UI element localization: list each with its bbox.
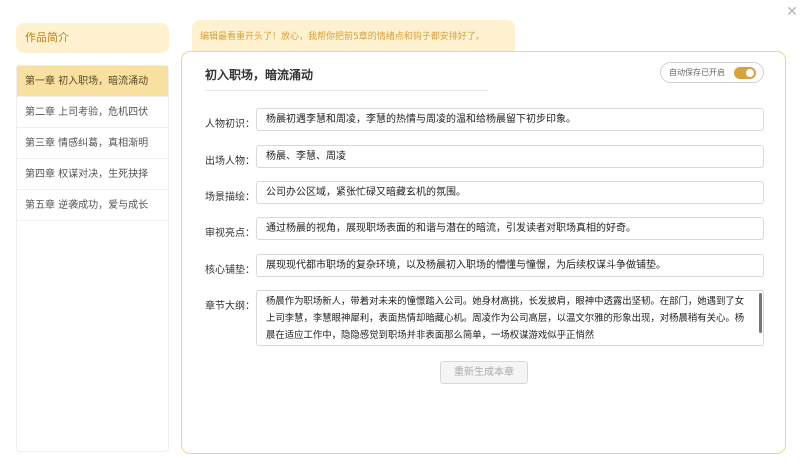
field-label-scene: 场景描绘： (205, 192, 255, 203)
field-label-characters: 出场人物： (205, 156, 255, 167)
close-icon[interactable]: ✕ (784, 4, 800, 20)
toggle-switch-icon[interactable] (734, 67, 756, 79)
chapter-title: 初入职场，暗流涌动 (205, 68, 314, 82)
toggle-knob (746, 69, 754, 77)
field-label-character-intro: 人物初识： (205, 119, 255, 130)
field-character-intro[interactable]: 杨晨初遇李慧和周凌，李慧的热情与周凌的温和给杨晨留下初步印象。 (256, 108, 764, 131)
chapter-item-2[interactable]: 第二章 上司考验，危机四伏 (17, 97, 168, 128)
field-scene[interactable]: 公司办公区域，紧张忙碌又暗藏玄机的氛围。 (256, 181, 764, 204)
field-label-foreshadowing: 核心铺垫： (205, 265, 255, 276)
outline-text: 杨晨作为职场新人，带着对未来的憧憬踏入公司。她身材高挑，长发披肩，眼神中透露出坚… (266, 296, 745, 341)
chapter-list: 第一章 初入职场，暗流涌动 第二章 上司考验，危机四伏 第三章 情感纠葛，真相渐… (16, 65, 169, 452)
autosave-label: 自动保存已开启 (669, 68, 725, 77)
outline-scrollbar[interactable] (759, 293, 762, 333)
chapter-item-1[interactable]: 第一章 初入职场，暗流涌动 (17, 66, 168, 97)
field-highlights[interactable]: 通过杨晨的视角，展现职场表面的和谐与潜在的暗流，引发读者对职场真相的好奇。 (256, 217, 764, 240)
regenerate-button[interactable]: 重新生成本章 (440, 361, 528, 384)
autosave-toggle[interactable]: 自动保存已开启 (660, 62, 764, 83)
title-divider (205, 90, 488, 91)
field-characters[interactable]: 杨晨、李慧、周凌 (256, 145, 764, 168)
sidebar-heading[interactable]: 作品简介 (16, 23, 169, 53)
field-foreshadowing[interactable]: 展现现代都市职场的复杂环境，以及杨晨初入职场的懵懂与憧憬，为后续权谋斗争做铺垫。 (256, 254, 764, 277)
chapter-item-4[interactable]: 第四章 权谋对决，生死抉择 (17, 159, 168, 190)
chapter-item-3[interactable]: 第三章 情感纠葛，真相渐明 (17, 128, 168, 159)
field-outline[interactable]: 杨晨作为职场新人，带着对未来的憧憬踏入公司。她身材高挑，长发披肩，眼神中透露出坚… (256, 290, 764, 346)
chapter-editor-card: 初入职场，暗流涌动 自动保存已开启 人物初识： 杨晨初遇李慧和周凌，李慧的热情与… (181, 51, 786, 454)
field-label-outline: 章节大纲： (205, 301, 255, 312)
field-label-highlights: 审视亮点： (205, 228, 255, 239)
chapter-item-5[interactable]: 第五章 逆袭成功，爱与成长 (17, 190, 168, 221)
